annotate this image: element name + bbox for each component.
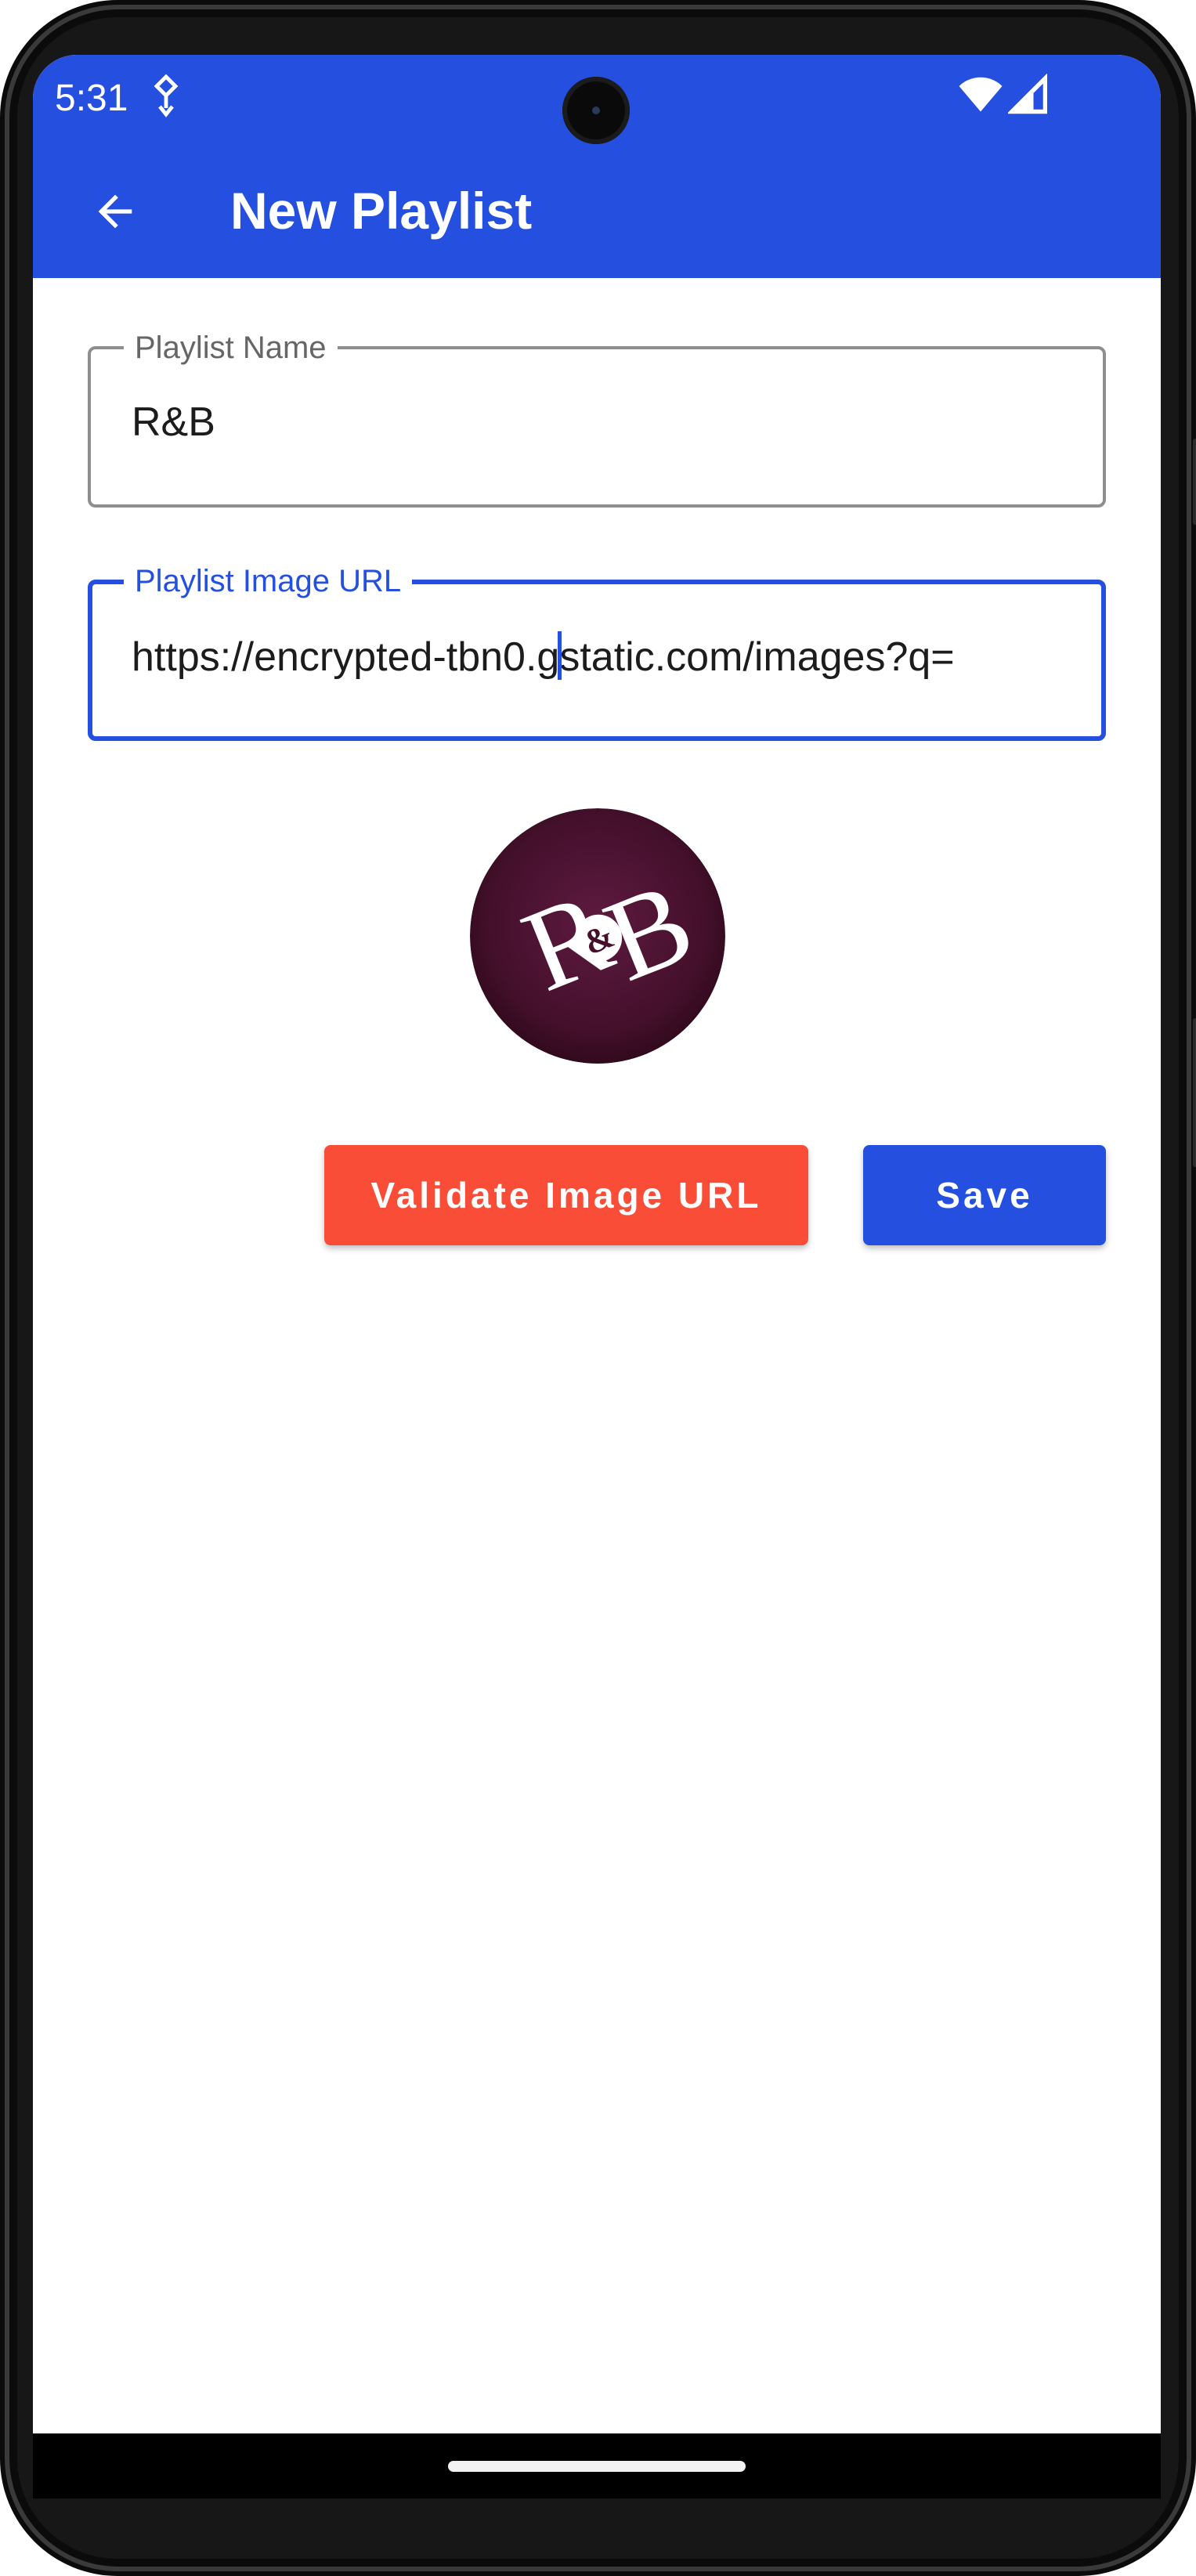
- cell-signal-icon: [1008, 74, 1047, 114]
- status-time: 5:31: [55, 78, 128, 119]
- playlist-name-label: Playlist Name: [124, 327, 338, 368]
- screen: New Playlist 5:31 Playlist Name R&B Play…: [33, 55, 1161, 2498]
- save-button[interactable]: Save: [863, 1145, 1106, 1245]
- playlist-image-url-field[interactable]: Playlist Image URL https://encrypted-tbn…: [88, 561, 1106, 741]
- playlist-name-input[interactable]: R&B: [132, 395, 215, 450]
- status-bar: 5:31: [33, 55, 1161, 176]
- device-frame: New Playlist 5:31 Playlist Name R&B Play…: [0, 0, 1196, 2576]
- playlist-image-preview: R B &: [470, 808, 725, 1064]
- location-pin-icon: [154, 74, 179, 117]
- page-title: New Playlist: [230, 182, 533, 240]
- validate-image-url-button[interactable]: Validate Image URL: [324, 1145, 808, 1245]
- home-gesture-handle[interactable]: [448, 2461, 746, 2472]
- wifi-icon: [959, 77, 1003, 112]
- front-camera: [562, 77, 630, 144]
- playlist-image-url-label: Playlist Image URL: [124, 561, 413, 602]
- rnb-logo-image: R B &: [470, 808, 725, 1064]
- playlist-name-field[interactable]: Playlist Name R&B: [88, 327, 1106, 508]
- volume-button: [1193, 1018, 1196, 1167]
- text-cursor: [558, 631, 562, 680]
- arrow-back-icon: [98, 194, 132, 229]
- playlist-image-url-input[interactable]: https://encrypted-tbn0.gstatic.com/image…: [132, 630, 1064, 705]
- back-button[interactable]: [72, 168, 158, 255]
- power-button: [1193, 439, 1196, 525]
